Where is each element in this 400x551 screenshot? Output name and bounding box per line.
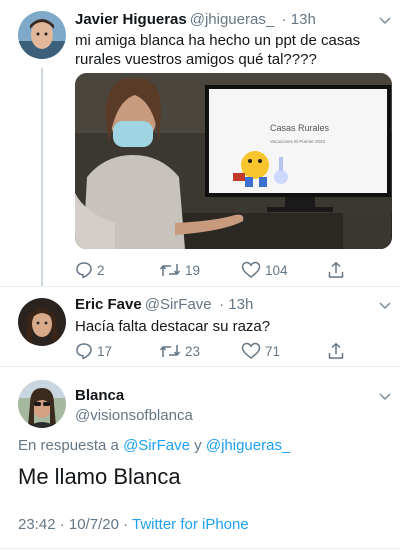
tweet-meta: 23:42 · 10/7/20 · Twitter for iPhone <box>18 516 249 533</box>
tweet-photo[interactable]: Casas Rurales Vacaciones El Puente 2020 <box>75 73 392 249</box>
author-handle[interactable]: @jhigueras_ <box>190 11 274 28</box>
author-name[interactable]: Javier Higueras <box>75 11 187 28</box>
reply-context: En respuesta a @SirFave y @jhigueras_ <box>18 437 290 454</box>
tweet-text: mi amiga blanca ha hecho un ppt de casas… <box>75 31 360 69</box>
tweet-time[interactable]: · 13h <box>219 296 253 313</box>
reply-icon <box>76 343 92 360</box>
tweet-text: Hacía falta destacar su raza? <box>75 318 271 335</box>
like-count: 71 <box>265 343 281 359</box>
reply-and: y <box>194 437 202 454</box>
mention-sirfave[interactable]: @SirFave <box>123 437 190 454</box>
like-button[interactable]: 104 <box>241 259 288 281</box>
slide-title: Casas Rurales <box>270 123 330 133</box>
reply-button[interactable]: 17 <box>75 340 112 362</box>
share-icon <box>328 343 344 359</box>
reply-button[interactable]: 2 <box>75 259 105 281</box>
retweet-button[interactable]: 19 <box>159 259 200 281</box>
retweet-icon <box>159 345 181 357</box>
reply-icon <box>76 262 92 279</box>
author-handle[interactable]: @SirFave <box>145 296 212 313</box>
chevron-down-icon[interactable] <box>378 301 392 311</box>
photo-scene <box>75 73 392 249</box>
avatar-javier[interactable] <box>18 11 66 59</box>
tweet-eric[interactable]: Eric Fave @SirFave · 13h Hacía falta dest… <box>0 287 400 367</box>
share-button[interactable] <box>327 259 345 281</box>
reply-prefix: En respuesta a <box>18 437 119 454</box>
like-button[interactable]: 71 <box>241 340 280 362</box>
share-button[interactable] <box>327 340 345 362</box>
chevron-down-icon[interactable] <box>378 392 392 402</box>
tweet-time[interactable]: · 13h <box>282 11 316 28</box>
avatar-blanca[interactable] <box>18 380 66 428</box>
divider <box>0 548 400 549</box>
heart-icon <box>241 342 261 359</box>
retweet-count: 19 <box>185 262 201 278</box>
tweet-text: Me llamo Blanca <box>18 464 181 489</box>
client-link[interactable]: Twitter for iPhone <box>132 516 249 533</box>
retweet-button[interactable]: 23 <box>159 340 200 362</box>
reply-count: 2 <box>97 262 105 278</box>
reply-count: 17 <box>97 343 113 359</box>
timestamp[interactable]: 23:42 · 10/7/20 · <box>18 516 128 533</box>
tweet-text-line-1: mi amiga blanca ha hecho un ppt de casas <box>75 32 361 49</box>
retweet-icon <box>159 264 181 276</box>
author-handle[interactable]: @visionsofblanca <box>75 407 193 424</box>
tweet-javier[interactable]: Javier Higueras @jhigueras_ · 13h mi amig… <box>0 0 400 290</box>
slide-subtitle: Vacaciones El Puente 2020 <box>270 139 325 144</box>
tweet-text-line-2: rurales vuestros amigos qué tal???? <box>75 51 317 68</box>
thread-connector-line <box>41 68 43 286</box>
mention-jhigueras[interactable]: @jhigueras_ <box>206 437 290 454</box>
author-name[interactable]: Blanca <box>75 387 124 404</box>
avatar-eric[interactable] <box>18 298 66 346</box>
heart-icon <box>241 261 261 278</box>
retweet-count: 23 <box>185 343 201 359</box>
like-count: 104 <box>265 262 288 278</box>
share-icon <box>328 262 344 278</box>
author-name[interactable]: Eric Fave <box>75 296 142 313</box>
chevron-down-icon[interactable] <box>378 16 392 26</box>
